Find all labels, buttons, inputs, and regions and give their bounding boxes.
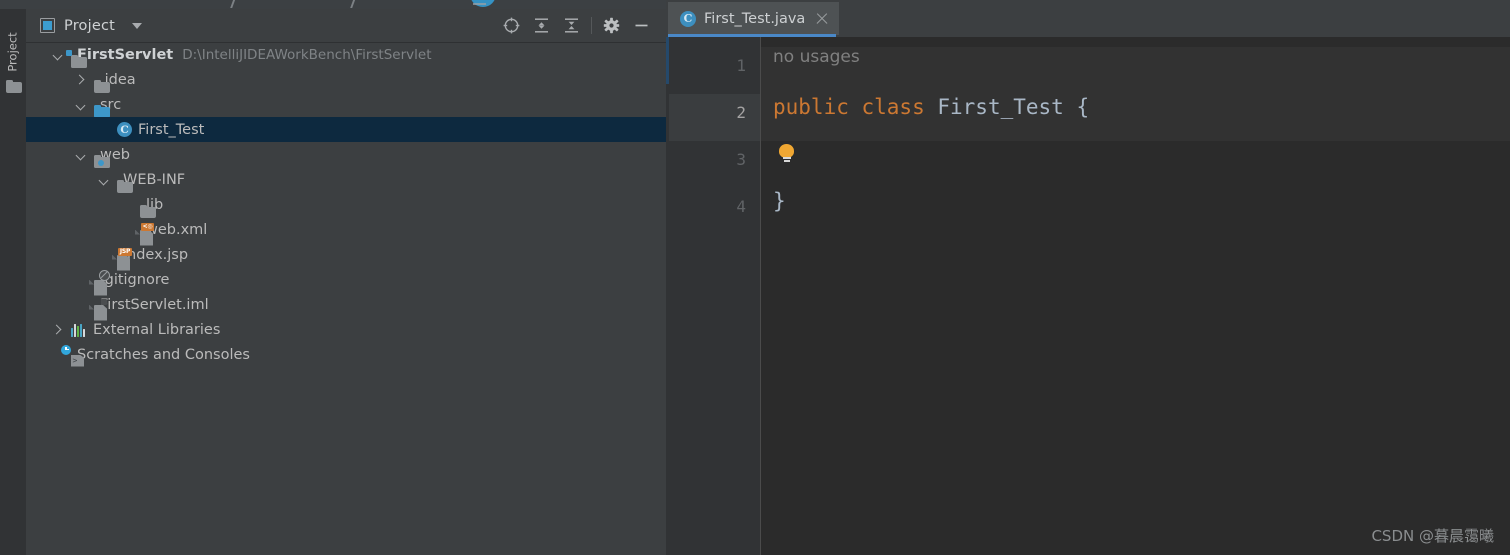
code-token-classname: First_Test [937, 95, 1077, 119]
chevron-down-icon[interactable] [132, 22, 143, 29]
expand-all-icon[interactable] [528, 12, 555, 39]
tree-row[interactable]: .idea [26, 67, 666, 92]
tree-row-label: index.jsp [123, 246, 189, 263]
collapse-all-icon[interactable] [558, 12, 585, 39]
tree-twisty-placeholder [98, 124, 110, 136]
tool-window-button-label: Project [6, 32, 21, 72]
tree-row[interactable]: <◎ web.xml [26, 217, 666, 242]
editor-tab-label: First_Test.java [704, 10, 806, 27]
tree-row[interactable]: > Scratches and Consoles [26, 342, 666, 367]
tree-twisty-placeholder [75, 299, 87, 311]
close-icon[interactable] [816, 12, 829, 25]
gutter-line-number: 4 [736, 197, 746, 216]
lightbulb-icon[interactable] [779, 144, 794, 163]
breadcrumb-separator-icon [230, 0, 236, 8]
gutter-line-number: 3 [736, 150, 746, 169]
tree-row-label: .gitignore [100, 271, 170, 288]
tree-row-label: web.xml [146, 221, 208, 238]
project-tree[interactable]: FirstServlet D:\IntelliJIDEAWorkBench\Fir… [26, 42, 666, 555]
tree-row-label: FirstServlet.iml [100, 296, 209, 313]
tree-row[interactable]: WEB-INF [26, 167, 666, 192]
code-line-1-highlight [761, 47, 1510, 94]
idea-window: Project Project FirstServlet D:\IntelliJ… [0, 0, 1510, 555]
code-token-brace: { [1076, 95, 1090, 119]
tree-twisty-placeholder [121, 199, 133, 211]
tree-row[interactable]: FirstServlet.iml [26, 292, 666, 317]
editor-area: C First_Test.java 1 2 3 4 no usages public … [666, 0, 1510, 555]
gutter-line-number: 2 [736, 103, 746, 122]
project-tool-window: Project FirstServlet D:\IntelliJIDEAWork… [26, 9, 666, 555]
tree-row-label: FirstServlet [77, 46, 174, 63]
watermark: CSDN @暮晨霭曦 [1371, 527, 1494, 545]
editor-gutter[interactable]: 1 2 3 4 [666, 37, 761, 555]
gutter-line-number: 1 [736, 56, 746, 75]
editor-tab-first-test[interactable]: C First_Test.java [668, 2, 840, 35]
tree-row[interactable]: web [26, 142, 666, 167]
chevron-right-icon[interactable] [52, 324, 64, 336]
tree-row[interactable]: JSP index.jsp [26, 242, 666, 267]
code-line[interactable]: public class First_Test { [773, 95, 1089, 119]
tree-twisty-placeholder [98, 249, 110, 261]
chevron-down-icon[interactable] [98, 174, 110, 186]
tree-row-label: First_Test [138, 121, 205, 138]
tree-row-label: External Libraries [93, 321, 221, 338]
tree-row-path: D:\IntelliJIDEAWorkBench\FirstServlet [182, 46, 432, 63]
settings-gear-icon[interactable] [598, 12, 625, 39]
external-libraries-icon [71, 323, 87, 337]
tree-row[interactable]: src [26, 92, 666, 117]
code-line[interactable]: } [773, 189, 786, 213]
tree-row[interactable]: C First_Test [26, 117, 666, 142]
project-view-selector[interactable]: Project [40, 17, 143, 34]
gutter-caret-accent [666, 37, 669, 84]
tree-twisty-placeholder [121, 224, 133, 236]
left-tool-window-strip: Project [0, 9, 27, 555]
java-class-icon: C [680, 10, 696, 27]
toolbar-glyph [473, 3, 486, 5]
toolbar-divider [591, 17, 592, 34]
hide-icon[interactable] [628, 12, 655, 39]
chevron-down-icon[interactable] [52, 49, 64, 61]
code-token-keyword: public class [773, 95, 938, 119]
breadcrumb-separator-icon [350, 0, 356, 8]
inlay-hint-no-usages[interactable]: no usages [773, 47, 860, 67]
code-token-brace: } [773, 189, 786, 213]
tree-row[interactable]: External Libraries [26, 317, 666, 342]
gutter-caret-line-highlight [669, 94, 760, 141]
chevron-down-icon[interactable] [75, 99, 87, 111]
java-class-icon: C [117, 122, 132, 137]
folder-icon [6, 80, 22, 93]
project-panel-actions [498, 9, 666, 42]
select-opened-file-icon[interactable] [498, 12, 525, 39]
tree-twisty-placeholder [75, 274, 87, 286]
editor-code-area[interactable]: no usages public class First_Test {} [761, 37, 1510, 555]
project-panel-title: Project [64, 17, 116, 34]
project-panel-header: Project [26, 9, 666, 43]
chevron-down-icon[interactable] [75, 149, 87, 161]
editor-tab-bar: C First_Test.java [666, 0, 1510, 38]
chevron-right-icon[interactable] [75, 74, 87, 86]
tree-row-label: Scratches and Consoles [77, 346, 250, 363]
project-view-icon [40, 18, 55, 33]
tool-window-button-project[interactable]: Project [0, 17, 26, 87]
tree-row[interactable]: lib [26, 192, 666, 217]
tree-row[interactable]: .gitignore [26, 267, 666, 292]
tree-row[interactable]: FirstServlet D:\IntelliJIDEAWorkBench\Fir… [26, 42, 666, 67]
